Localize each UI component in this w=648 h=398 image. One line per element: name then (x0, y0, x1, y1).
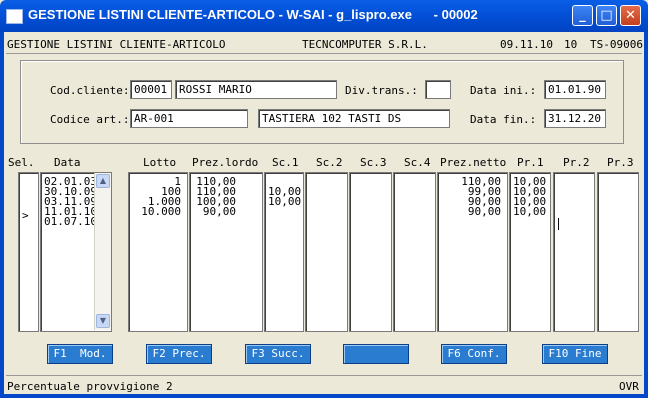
close-button[interactable]: ✕ (620, 5, 641, 26)
col-header-pr1: Pr.1 (517, 156, 544, 169)
scroll-up-icon[interactable]: ▲ (96, 174, 110, 188)
col-sc2[interactable] (305, 172, 348, 332)
col-pr3[interactable] (597, 172, 639, 332)
col-header-pr2: Pr.2 (563, 156, 590, 169)
f3-next-button[interactable]: F3 Succ. (245, 344, 311, 364)
app-icon (6, 9, 23, 24)
scroll-down-icon[interactable]: ▼ (96, 314, 110, 328)
close-icon: ✕ (625, 8, 636, 23)
col-header-sc3: Sc.3 (360, 156, 387, 169)
screen-code: TS-09006 (590, 38, 643, 51)
company-name: TECNCOMPUTER S.R.L. (302, 38, 428, 51)
art-desc-field[interactable]: TASTIERA 102 TASTI DS (258, 109, 450, 128)
col-header-sc4: Sc.4 (404, 156, 431, 169)
col-pr2[interactable] (553, 172, 595, 332)
f4-empty-button[interactable] (343, 344, 409, 364)
status-message: Percentuale provvigione 2 (7, 380, 173, 393)
col-sc1[interactable]: 10,00 10,00 (264, 172, 304, 332)
window-border-right (644, 32, 648, 398)
lotto-cell[interactable]: 10.000 (141, 206, 181, 217)
maximize-icon: □ (600, 8, 613, 23)
selection-marker[interactable]: > (22, 210, 29, 221)
minimize-icon: _ (579, 8, 586, 23)
col-prez-netto[interactable]: 110,00 99,00 90,00 90,00 (437, 172, 508, 332)
codice-art-field[interactable]: AR-001 (130, 109, 248, 128)
col-sel[interactable]: > (18, 172, 39, 332)
f2-previous-button[interactable]: F2 Prec. (146, 344, 212, 364)
col-header-data: Data (54, 156, 81, 169)
window-title: GESTIONE LISTINI CLIENTE-ARTICOLO - W-SA… (28, 7, 478, 22)
col-header-sc1: Sc.1 (272, 156, 299, 169)
window-border-bottom (0, 394, 648, 398)
cliente-name-field[interactable]: ROSSI MARIO (175, 80, 337, 99)
col-header-lotto: Lotto (143, 156, 177, 169)
prez-netto-cell[interactable]: 90,00 (468, 206, 501, 217)
data-fin-label: Data fin.: (470, 113, 537, 126)
header-separator (6, 53, 642, 54)
f1-modify-button[interactable]: F1 Mod. (47, 344, 113, 364)
col-header-sel: Sel. (8, 156, 35, 169)
title-bar[interactable]: GESTIONE LISTINI CLIENTE-ARTICOLO - W-SA… (0, 0, 648, 32)
cod-cliente-label: Cod.cliente: (50, 84, 130, 97)
text-cursor (558, 218, 559, 230)
maximize-button[interactable]: □ (596, 5, 617, 26)
f6-confirm-button[interactable]: F6 Conf. (441, 344, 507, 364)
col-lotto[interactable]: 1 100 1.000 10.000 (128, 172, 188, 332)
f10-end-button[interactable]: F10 Fine (542, 344, 608, 364)
pr1-cell[interactable]: 10,00 (513, 206, 546, 217)
data-ini-label: Data ini.: (470, 84, 537, 97)
div-trans-field[interactable] (425, 80, 451, 99)
codice-art-label: Codice art.: (50, 113, 130, 126)
col-header-prez-lordo: Prez.lordo (192, 156, 259, 169)
col-pr1[interactable]: 10,00 10,00 10,00 10,00 (509, 172, 551, 332)
cod-cliente-field[interactable]: 00001 (130, 80, 172, 99)
div-trans-label: Div.trans.: (345, 84, 418, 97)
sc1-cell[interactable]: 10,00 (268, 196, 301, 207)
data-cell[interactable]: 01.07.10 (44, 216, 97, 227)
minimize-button[interactable]: _ (572, 5, 593, 26)
col-header-sc2: Sc.2 (316, 156, 343, 169)
data-ini-field[interactable]: 01.01.90 (544, 80, 606, 99)
prez-lordo-cell[interactable]: 90,00 (203, 206, 236, 217)
col-sc3[interactable] (349, 172, 392, 332)
data-scrollbar[interactable]: ▲ ▼ (94, 173, 111, 330)
data-fin-field[interactable]: 31.12.20 (544, 109, 606, 128)
terminal-number: 10 (564, 38, 578, 51)
col-sc4[interactable] (393, 172, 436, 332)
insert-mode-indicator: OVR (619, 380, 639, 393)
window-border-left (0, 32, 4, 398)
col-prez-lordo[interactable]: 110,00 110,00 100,00 90,00 (189, 172, 263, 332)
header-panel (20, 60, 624, 144)
status-separator (6, 375, 642, 376)
current-date: 09.11.10 (500, 38, 553, 51)
col-header-prez-netto: Prez.netto (440, 156, 507, 169)
col-header-pr3: Pr.3 (607, 156, 634, 169)
program-name: GESTIONE LISTINI CLIENTE-ARTICOLO (7, 38, 226, 51)
